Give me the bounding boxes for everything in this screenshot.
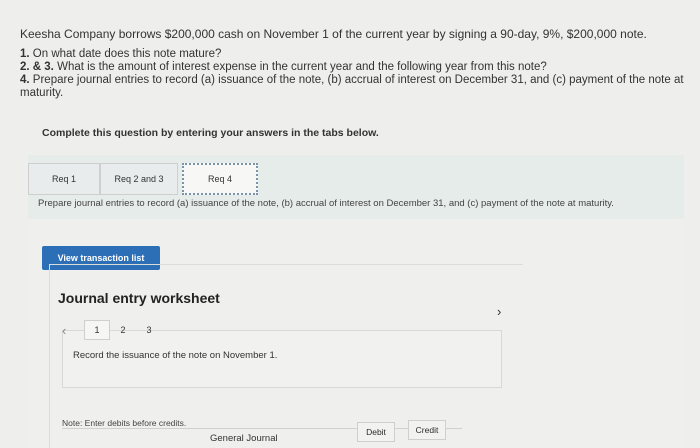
tab-req-1[interactable]: Req 1: [28, 163, 100, 195]
question-4-number: 4.: [20, 74, 30, 86]
tab-req-4[interactable]: Req 4: [182, 163, 258, 195]
column-debit: Debit: [357, 422, 395, 442]
question-1-number: 1.: [20, 48, 30, 60]
instruction-text: Complete this question by entering your …: [42, 127, 379, 139]
column-credit: Credit: [408, 420, 446, 440]
page-1-button[interactable]: 1: [84, 320, 110, 340]
problem-statement: Keesha Company borrows $200,000 cash on …: [20, 27, 690, 100]
question-2-3-text: What is the amount of interest expense i…: [57, 61, 547, 73]
question-1: 1. On what date does this note mature?: [20, 48, 690, 61]
tabs-panel: Req 1 Req 2 and 3 Req 4 Prepare journal …: [28, 155, 684, 219]
debit-credit-note: Note: Enter debits before credits.: [62, 418, 187, 428]
question-4-text: Prepare journal entries to record (a) is…: [20, 74, 684, 99]
record-instruction-text: Record the issuance of the note on Novem…: [73, 350, 278, 361]
question-1-text: On what date does this note mature?: [32, 48, 222, 60]
question-2-3-number: 2. & 3.: [20, 61, 54, 73]
problem-intro: Keesha Company borrows $200,000 cash on …: [20, 27, 647, 41]
question-4: 4. Prepare journal entries to record (a)…: [20, 74, 690, 100]
chevron-left-icon[interactable]: ‹: [62, 323, 84, 338]
column-general-journal: General Journal: [210, 433, 278, 444]
worksheet-title: Journal entry worksheet: [58, 290, 220, 306]
question-list: 1. On what date does this note mature? 2…: [20, 48, 690, 100]
question-2-3: 2. & 3. What is the amount of interest e…: [20, 61, 690, 74]
journal-grid-header: General Journal Debit Credit: [62, 420, 462, 448]
tab-description: Prepare journal entries to record (a) is…: [38, 198, 614, 209]
worksheet-pager: ‹ 1 2 3: [62, 320, 162, 340]
chevron-right-icon[interactable]: ›: [497, 304, 501, 319]
tab-req-2-and-3[interactable]: Req 2 and 3: [100, 163, 178, 195]
tab-row: Req 1 Req 2 and 3 Req 4: [28, 163, 258, 195]
page-3-button[interactable]: 3: [136, 320, 162, 340]
page-2-button[interactable]: 2: [110, 320, 136, 340]
